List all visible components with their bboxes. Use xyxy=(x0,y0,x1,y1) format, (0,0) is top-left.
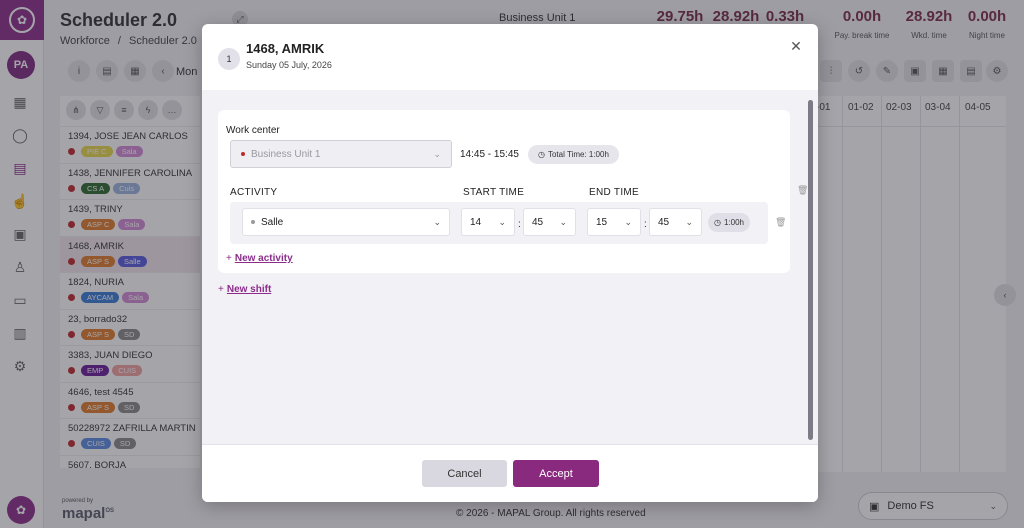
start-hour-select[interactable]: 14 ⌄ xyxy=(461,208,515,236)
work-center-label: Work center xyxy=(226,125,280,136)
dialog-body: Work center Business Unit 1 ⌄ 14:45 - 15… xyxy=(202,90,818,444)
dialog-footer: Cancel Accept xyxy=(202,444,818,502)
chevron-down-icon: ⌄ xyxy=(559,216,567,227)
activity-header: ACTIVITY xyxy=(230,187,278,198)
delete-shift-icon[interactable]: 🗑 xyxy=(797,185,808,196)
clock-icon: ◷ xyxy=(538,150,545,159)
accept-button[interactable]: Accept xyxy=(513,460,599,487)
work-center-select[interactable]: Business Unit 1 ⌄ xyxy=(230,140,452,168)
new-shift-button[interactable]: + New shift xyxy=(218,284,271,295)
dialog-date: Sunday 05 July, 2026 xyxy=(246,60,332,70)
chevron-down-icon: ⌄ xyxy=(433,216,441,227)
clock-icon: ◷ xyxy=(714,218,721,227)
plus-icon: + xyxy=(218,284,224,295)
cancel-button[interactable]: Cancel xyxy=(422,460,507,487)
shift-dialog: 1 1468, AMRIK Sunday 05 July, 2026 ✕ Wor… xyxy=(202,24,818,502)
dialog-title: 1468, AMRIK xyxy=(246,41,325,56)
status-dot xyxy=(241,152,245,156)
end-hour-select[interactable]: 15 ⌄ xyxy=(587,208,641,236)
shift-range: 14:45 - 15:45 xyxy=(460,149,519,160)
plus-icon: + xyxy=(226,253,232,264)
total-time-badge: ◷ Total Time: 1:00h xyxy=(528,145,619,164)
start-minute-select[interactable]: 45 ⌄ xyxy=(523,208,576,236)
dialog-header: 1 1468, AMRIK Sunday 05 July, 2026 ✕ xyxy=(202,24,818,88)
duration-badge: ◷ 1:00h xyxy=(708,213,751,232)
chevron-down-icon: ⌄ xyxy=(498,216,506,227)
delete-activity-icon[interactable]: 🗑 xyxy=(775,217,786,228)
scrollbar-thumb[interactable] xyxy=(808,100,813,440)
start-time-header: START TIME xyxy=(463,187,525,198)
activity-select[interactable]: Salle ⌄ xyxy=(242,208,450,236)
new-activity-button[interactable]: + New activity xyxy=(226,253,293,264)
chevron-down-icon: ⌄ xyxy=(624,216,632,227)
chevron-down-icon: ⌄ xyxy=(685,216,693,227)
end-minute-select[interactable]: 45 ⌄ xyxy=(649,208,702,236)
close-icon[interactable]: ✕ xyxy=(788,38,804,54)
end-time-header: END TIME xyxy=(589,187,639,198)
shift-card: Work center Business Unit 1 ⌄ 14:45 - 15… xyxy=(218,110,808,273)
shift-count-badge: 1 xyxy=(218,48,240,70)
dialog-scrollbar[interactable] xyxy=(808,100,813,440)
activity-row: Salle ⌄ 14 ⌄ : 45 ⌄ 15 ⌄ : 45 ⌄ ◷ 1:00h xyxy=(230,202,768,244)
chevron-down-icon: ⌄ xyxy=(433,148,441,159)
